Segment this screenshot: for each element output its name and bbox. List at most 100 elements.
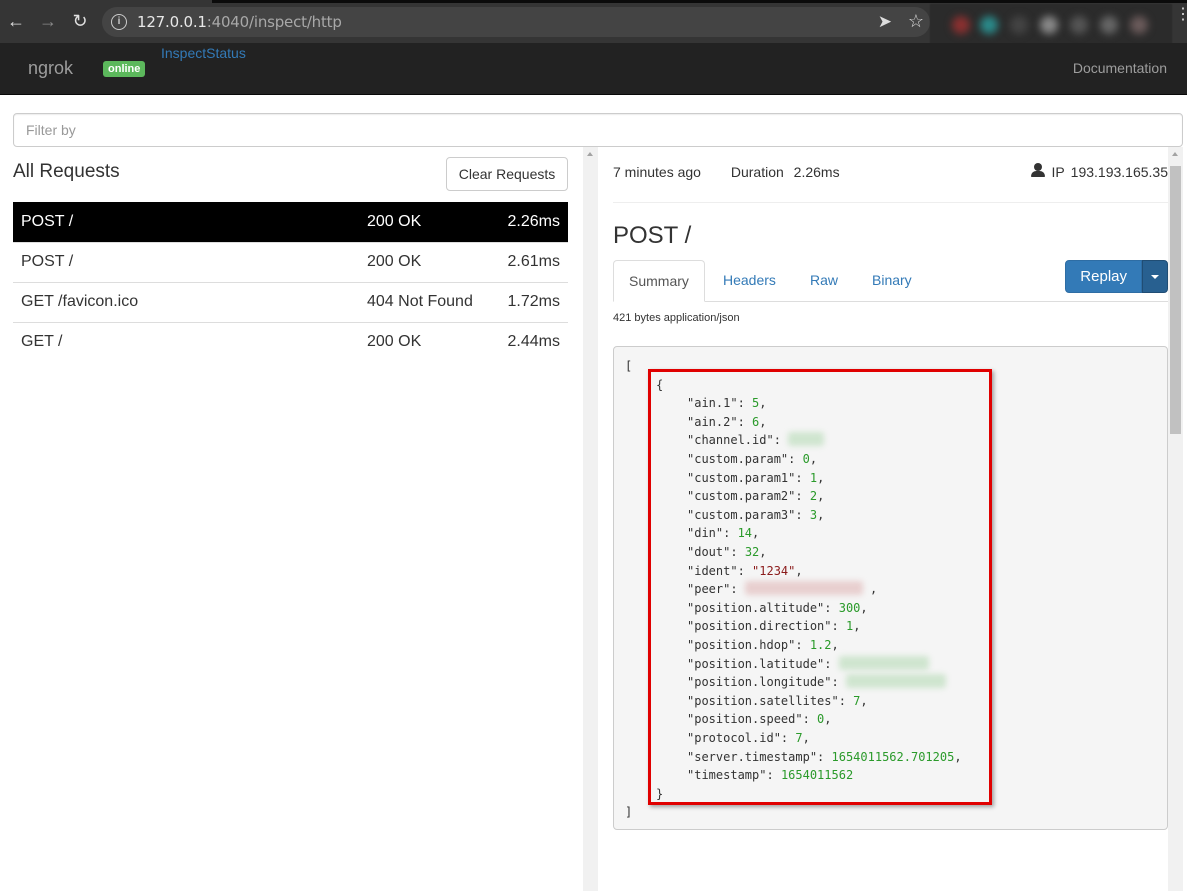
extension-icon[interactable]: [1070, 16, 1088, 34]
colon: :: [766, 768, 781, 783]
json-field-line: "server.timestamp": 1654011562.701205,: [687, 748, 962, 767]
scroll-thumb[interactable]: [1170, 166, 1181, 434]
json-field-line: "custom.param": 0,: [687, 450, 817, 469]
request-status: 404 Not Found: [367, 293, 473, 310]
json-value: 2: [809, 489, 818, 504]
json-key: "position.direction": [687, 619, 832, 634]
json-field-line: "ident": "1234",: [687, 562, 803, 581]
comma: ,: [860, 600, 868, 615]
comma: ,: [759, 414, 767, 429]
url-path: :4040/inspect/http: [206, 13, 342, 31]
comma: ,: [752, 526, 760, 541]
request-duration: 1.72ms: [507, 293, 560, 310]
colon: :: [824, 600, 839, 615]
json-field-line: "position.speed": 0,: [687, 710, 832, 729]
profile-avatar[interactable]: [1130, 16, 1148, 34]
json-key: "position.satellites": [687, 693, 839, 708]
json-key: "din": [687, 526, 724, 541]
replay-button[interactable]: Replay: [1065, 260, 1142, 293]
back-arrow-icon[interactable]: ←: [6, 11, 26, 31]
colon: :: [730, 582, 745, 597]
json-field-line: "custom.param3": 3,: [687, 506, 824, 525]
json-field-line: "custom.param1": 1,: [687, 469, 824, 488]
brand-logo[interactable]: ngrok: [28, 58, 73, 79]
tab-raw[interactable]: Raw: [795, 260, 853, 302]
request-meta: 7 minutes ago Duration 2.26ms: [613, 164, 840, 180]
json-field-line: "channel.id":: [687, 431, 825, 450]
ip-value: 193.193.165.35: [1070, 164, 1168, 180]
json-key: "channel.id": [687, 433, 774, 448]
filter-input[interactable]: [13, 113, 1183, 147]
json-key: "custom.param2": [687, 489, 796, 504]
bookmark-star-icon[interactable]: ☆: [908, 11, 924, 32]
comma: ,: [853, 619, 861, 634]
comma: ,: [954, 749, 962, 764]
colon: :: [737, 563, 753, 578]
colon: :: [737, 396, 753, 411]
inspect-status-link[interactable]: InspectStatus: [161, 45, 246, 61]
json-key: "ident": [687, 563, 738, 578]
url-text[interactable]: 127.0.0.1:4040/inspect/http: [137, 13, 342, 31]
send-icon[interactable]: ➤: [878, 12, 892, 32]
extension-icon[interactable]: [1100, 16, 1118, 34]
extension-icon[interactable]: [980, 16, 998, 34]
tab-strip: [212, 0, 1187, 3]
json-key: "ain.2": [687, 414, 738, 429]
request-row[interactable]: POST / 200 OK 2.61ms: [13, 242, 568, 282]
address-bar[interactable]: i 127.0.0.1:4040/inspect/http ➤ ☆: [102, 7, 930, 37]
json-field-line: "ain.2": 6,: [687, 413, 767, 432]
comma: ,: [862, 582, 878, 597]
left-scrollbar[interactable]: [583, 147, 598, 891]
clear-requests-button[interactable]: Clear Requests: [446, 157, 568, 191]
colon: :: [795, 470, 810, 485]
json-field-line: "custom.param2": 2,: [687, 487, 824, 506]
request-status: 200 OK: [367, 253, 422, 270]
url-host: 127.0.0.1: [137, 13, 207, 31]
tab-binary[interactable]: Binary: [857, 260, 927, 302]
request-path: GET /: [21, 333, 63, 351]
extension-icon[interactable]: [1010, 16, 1028, 34]
request-row[interactable]: GET / 200 OK 2.44ms: [13, 322, 568, 362]
json-field-line: "timestamp": 1654011562: [687, 766, 853, 785]
forward-arrow-icon[interactable]: →: [38, 11, 58, 31]
json-value: 32: [744, 545, 760, 559]
request-status: 200 OK: [367, 333, 422, 351]
extension-icon[interactable]: [952, 16, 970, 34]
extension-icon[interactable]: [1040, 16, 1058, 34]
scroll-up-arrow-icon[interactable]: [1172, 152, 1178, 156]
tab-summary[interactable]: Summary: [613, 260, 705, 302]
documentation-link[interactable]: Documentation: [1073, 60, 1167, 76]
scroll-up-arrow-icon[interactable]: [587, 152, 593, 156]
request-row[interactable]: GET /favicon.ico 404 Not Found 1.72ms: [13, 282, 568, 322]
json-value: 1654011562.701205: [831, 749, 955, 764]
browser-toolbar: ← → ↻ i 127.0.0.1:4040/inspect/http ➤ ☆ …: [0, 0, 1187, 52]
json-field-line: "position.longitude":: [687, 673, 946, 692]
duration-label: Duration: [730, 164, 784, 180]
tab-headers[interactable]: Headers: [708, 260, 791, 302]
right-scrollbar[interactable]: [1168, 147, 1183, 891]
json-field-line: "peer": ,: [687, 580, 877, 599]
json-key: "position.longitude": [687, 675, 832, 690]
colon: :: [730, 545, 745, 559]
client-ip: IP 193.193.165.35: [1031, 163, 1168, 180]
body-size-type: 421 bytes application/json: [613, 312, 740, 324]
reload-icon[interactable]: ↻: [70, 11, 90, 31]
colon: :: [723, 526, 738, 541]
json-key: "dout": [687, 545, 731, 559]
colon: :: [824, 656, 839, 671]
comma: ,: [759, 545, 767, 559]
json-body: [{"ain.1": 5, "ain.2": 6, "channel.id": "c…: [613, 346, 1168, 830]
redacted-value: [838, 655, 929, 670]
json-field-line: "position.altitude": 300,: [687, 599, 868, 618]
request-row[interactable]: POST / 200 OK 2.26ms: [13, 202, 568, 242]
info-icon[interactable]: i: [111, 14, 127, 30]
comma: ,: [802, 731, 810, 745]
json-value: "1234": [752, 563, 796, 578]
app-navbar: ngrok online InspectStatus Documentation: [0, 43, 1187, 95]
replay-dropdown-button[interactable]: [1142, 260, 1168, 293]
json-value: 1654011562: [780, 768, 854, 783]
json-field-line: "protocol.id": 7,: [687, 729, 810, 748]
menu-kebab-icon[interactable]: ⋮: [1175, 7, 1187, 23]
close-bracket: ]: [625, 805, 633, 820]
request-path: GET /favicon.ico: [21, 293, 139, 310]
